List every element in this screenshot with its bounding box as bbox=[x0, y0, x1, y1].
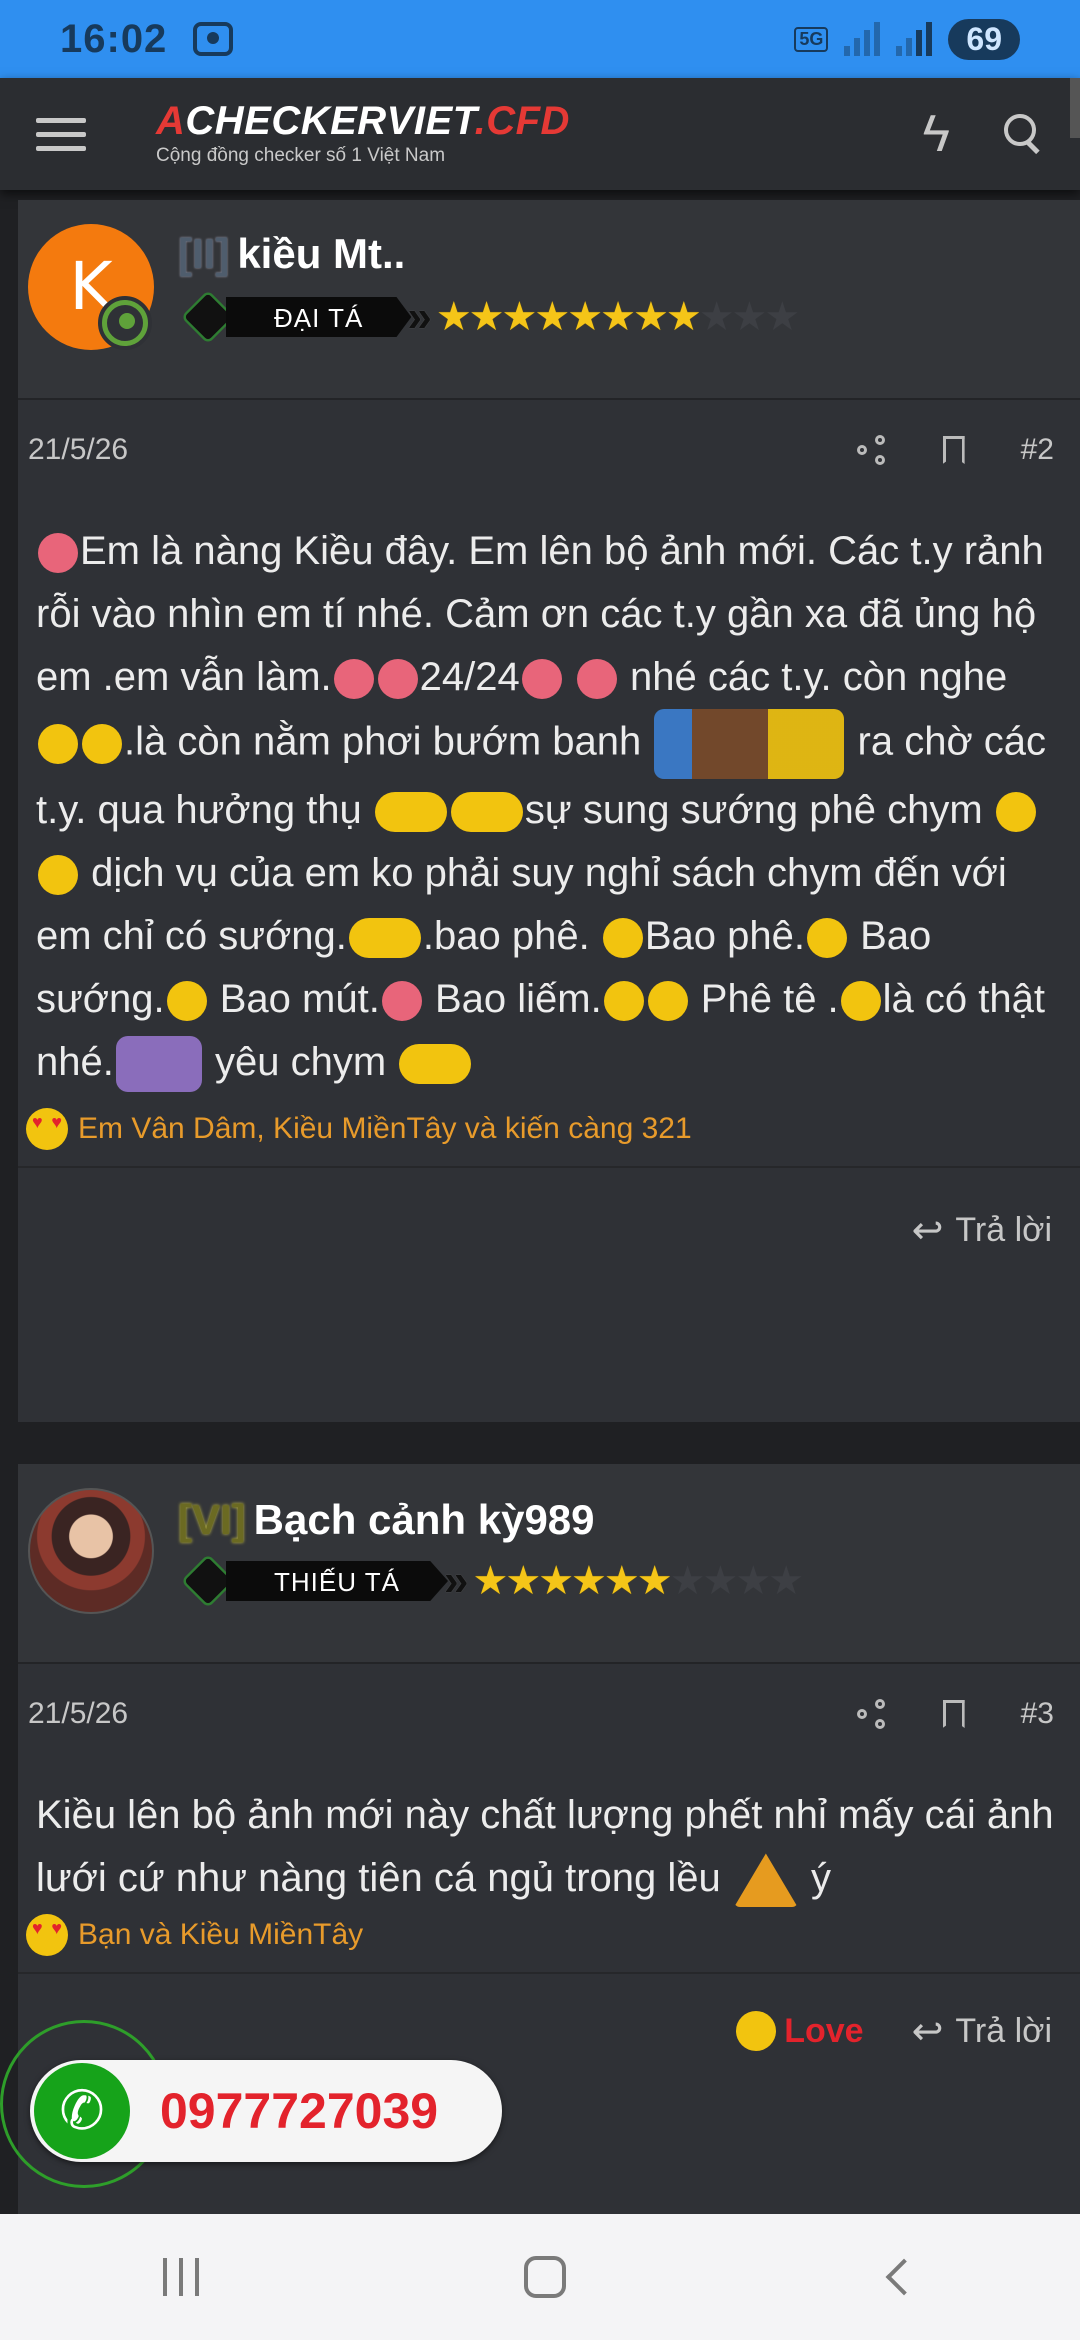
site-logo[interactable]: ACHECKERVIET.CFD Cộng đồng checker số 1 … bbox=[156, 101, 570, 167]
bookmark-icon[interactable] bbox=[942, 436, 965, 464]
tent-emoji bbox=[733, 1853, 798, 1908]
post-date[interactable]: 21/5/26 bbox=[28, 433, 128, 467]
phone-icon[interactable]: ✆ bbox=[34, 2063, 130, 2159]
emoji bbox=[602, 918, 643, 959]
emoji bbox=[38, 724, 78, 764]
battery-indicator: 69 bbox=[948, 18, 1020, 60]
reply-icon[interactable]: ↩ bbox=[912, 1208, 944, 1253]
emoji bbox=[995, 792, 1036, 833]
emoji bbox=[38, 855, 78, 896]
love-button[interactable]: Love bbox=[736, 2011, 864, 2051]
reply-button[interactable]: Trả lời bbox=[955, 2012, 1052, 2051]
signal-icon-2 bbox=[896, 22, 933, 56]
reaction-users: Em Vân Dâm, Kiều MiềnTây và kiến càng 32… bbox=[78, 1112, 692, 1145]
post-header: K [II] kiều Mt.. ĐẠI TÁ » ★★★★★★★★★★★ bbox=[18, 200, 1080, 400]
avatar[interactable] bbox=[28, 1488, 154, 1614]
emoji bbox=[450, 792, 523, 833]
emoji bbox=[603, 981, 644, 1022]
post-number[interactable]: #3 bbox=[1021, 1697, 1054, 1731]
back-button[interactable] bbox=[885, 2258, 923, 2296]
emoji bbox=[840, 981, 881, 1022]
user-rank: THIẾU TÁ » ★★★★★★★★★★ bbox=[180, 1553, 804, 1609]
user-rank: ĐẠI TÁ » ★★★★★★★★★★★ bbox=[180, 289, 800, 345]
rose-emoji bbox=[38, 533, 78, 574]
heart-eyes-icon bbox=[26, 1108, 68, 1150]
reply-icon[interactable]: ↩ bbox=[912, 2009, 944, 2054]
emoji bbox=[374, 792, 447, 833]
signal-icon bbox=[844, 22, 881, 56]
emoji bbox=[576, 659, 617, 700]
recent-apps-button[interactable] bbox=[162, 2258, 199, 2296]
network-type: 5G bbox=[794, 26, 829, 52]
post-meta: 21/5/26 #2 bbox=[18, 400, 1080, 500]
heart-eyes-icon bbox=[736, 2011, 777, 2051]
call-pill[interactable]: ✆ 0977727039 bbox=[30, 2060, 502, 2162]
phone-number[interactable]: 0977727039 bbox=[160, 2082, 438, 2140]
emoji bbox=[381, 981, 422, 1022]
logo-main: CHECKERVIET bbox=[185, 99, 475, 143]
emoji bbox=[82, 724, 122, 764]
system-nav-bar bbox=[0, 2214, 1080, 2340]
rank-label: ĐẠI TÁ bbox=[226, 297, 412, 337]
post-content: Em là nàng Kiều đây. Em lên bộ ảnh mới. … bbox=[18, 500, 1080, 1094]
username-text: kiều Mt.. bbox=[237, 230, 406, 277]
user-level: [VI] bbox=[178, 1496, 246, 1543]
post-content: Kiều lên bộ ảnh mới này chất lượng phết … bbox=[18, 1764, 1080, 1910]
lightning-icon[interactable]: ϟ bbox=[922, 104, 950, 164]
logo-prefix: A bbox=[156, 99, 186, 143]
post-item: K [II] kiều Mt.. ĐẠI TÁ » ★★★★★★★★★★★ 21/… bbox=[18, 200, 1080, 1422]
logo-suffix: .CFD bbox=[474, 99, 570, 143]
app-header: ACHECKERVIET.CFD Cộng đồng checker số 1 … bbox=[0, 78, 1080, 190]
status-time: 16:02 bbox=[60, 16, 168, 61]
emoji bbox=[399, 1044, 472, 1085]
emoji bbox=[521, 659, 562, 700]
search-icon[interactable] bbox=[1004, 114, 1044, 154]
home-button[interactable] bbox=[523, 2256, 566, 2298]
heart-eyes-icon bbox=[26, 1914, 68, 1956]
screenshot-icon bbox=[193, 22, 234, 56]
floating-call-widget[interactable]: ✆ 0977727039 bbox=[0, 2020, 520, 2210]
reaction-summary[interactable]: Bạn và Kiều MiềnTây bbox=[18, 1910, 1080, 1972]
username[interactable]: [II] kiều Mt.. bbox=[178, 230, 405, 278]
post-footer: ↩ Trả lời bbox=[18, 1166, 1080, 1292]
emoji bbox=[806, 918, 847, 959]
username-text: Bạch cảnh kỳ989 bbox=[253, 1496, 595, 1543]
post-header: [VI] Bạch cảnh kỳ989 THIẾU TÁ » ★★★★★★★★★… bbox=[18, 1464, 1080, 1664]
post-number[interactable]: #2 bbox=[1021, 433, 1054, 467]
online-status-icon bbox=[98, 296, 152, 350]
animated-emoji bbox=[115, 1036, 202, 1093]
animated-emoji bbox=[654, 709, 845, 779]
post-date[interactable]: 21/5/26 bbox=[28, 1697, 128, 1731]
status-bar: 16:02 5G 69 bbox=[0, 0, 1080, 78]
share-icon[interactable] bbox=[856, 1699, 887, 1729]
rank-stars: ★★★★★★★★★★ bbox=[472, 1559, 804, 1603]
emoji bbox=[166, 981, 207, 1022]
reaction-users: Bạn và Kiều MiềnTây bbox=[78, 1918, 364, 1951]
emoji bbox=[647, 981, 688, 1022]
reply-button[interactable]: Trả lời bbox=[955, 1211, 1052, 1250]
share-icon[interactable] bbox=[856, 435, 887, 465]
status-indicators: 5G 69 bbox=[794, 18, 1020, 60]
post-meta: 21/5/26 #3 bbox=[18, 1664, 1080, 1764]
emoji bbox=[377, 659, 418, 700]
rank-stars: ★★★★★★★★★★★ bbox=[435, 295, 800, 339]
rank-label: THIẾU TÁ bbox=[226, 1561, 448, 1601]
scrollbar[interactable] bbox=[1070, 78, 1080, 138]
username[interactable]: [VI] Bạch cảnh kỳ989 bbox=[178, 1496, 595, 1544]
menu-icon[interactable] bbox=[36, 117, 86, 151]
user-level: [II] bbox=[178, 230, 230, 277]
reaction-summary[interactable]: Em Vân Dâm, Kiều MiềnTây và kiến càng 32… bbox=[18, 1094, 1080, 1166]
emoji bbox=[333, 659, 374, 700]
site-tagline: Cộng đồng checker số 1 Việt Nam bbox=[156, 145, 446, 166]
bookmark-icon[interactable] bbox=[942, 1700, 965, 1728]
emoji bbox=[348, 918, 421, 959]
